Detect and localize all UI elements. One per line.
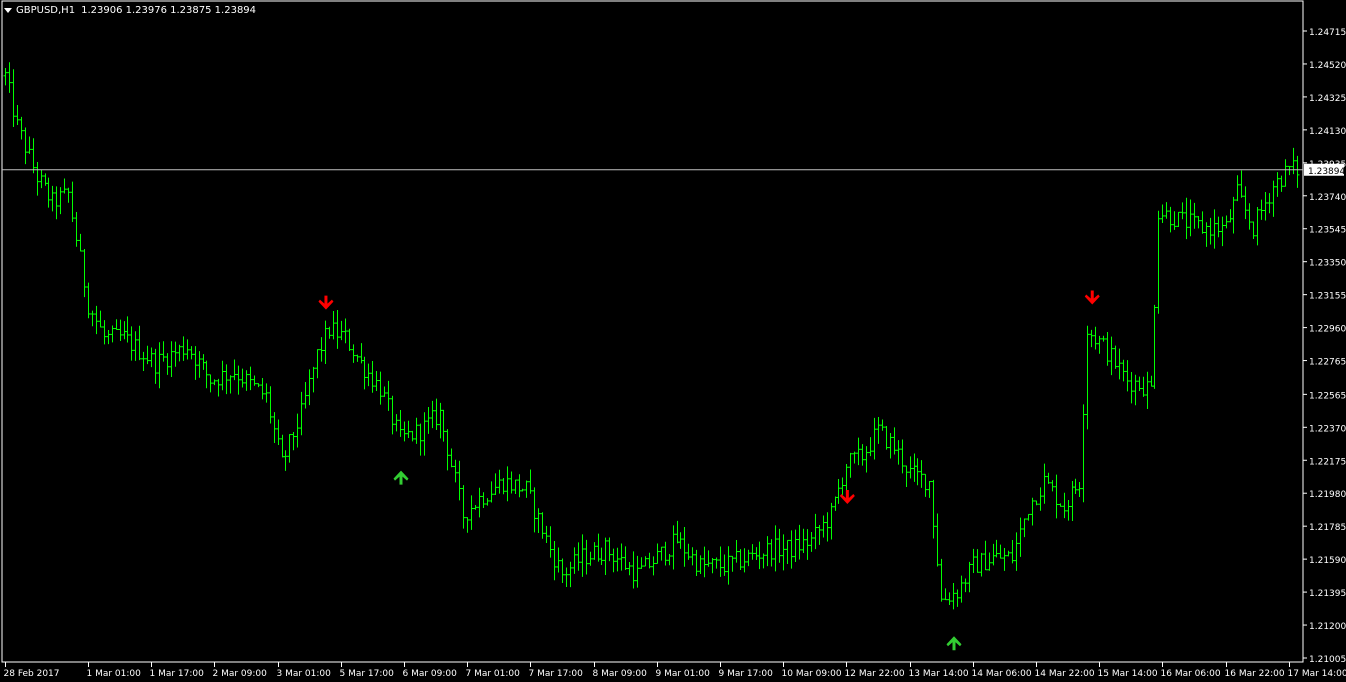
x-tick-label: 10 Mar 09:00	[782, 669, 842, 679]
x-tick-label: 9 Mar 01:00	[656, 669, 711, 679]
x-tick-label: 14 Mar 22:00	[1035, 669, 1095, 679]
buy-signal-arrow-icon	[946, 636, 962, 651]
x-tick-label: 1 Mar 17:00	[150, 669, 205, 679]
y-tick-label: 1.24715	[1309, 28, 1346, 38]
sell-signal-arrow-icon	[318, 295, 334, 310]
x-tick-label: 6 Mar 09:00	[403, 669, 458, 679]
y-tick-label: 1.24520	[1309, 61, 1346, 71]
plot-frame	[1, 0, 1304, 663]
symbol-label: GBPUSD,H1	[16, 4, 76, 16]
x-tick-label: 8 Mar 09:00	[593, 669, 648, 679]
y-tick-label: 1.21395	[1309, 589, 1346, 599]
y-tick-label: 1.22175	[1309, 457, 1346, 467]
x-tick-label: 7 Mar 17:00	[529, 669, 584, 679]
y-tick-label: 1.23350	[1309, 259, 1346, 269]
y-tick-label: 1.21785	[1309, 523, 1346, 533]
x-tick-label: 16 Mar 22:00	[1225, 669, 1285, 679]
x-tick-label: 5 Mar 17:00	[340, 669, 395, 679]
x-tick-label: 13 Mar 14:00	[909, 669, 969, 679]
y-tick-label: 1.22765	[1309, 358, 1346, 368]
x-tick-label: 12 Mar 22:00	[845, 669, 905, 679]
y-tick-label: 1.21980	[1309, 490, 1346, 500]
y-tick-label: 1.23545	[1309, 226, 1346, 236]
chart-menu-icon[interactable]	[4, 7, 12, 13]
current-price-label: 1.23894	[1308, 167, 1345, 177]
y-tick-label: 1.22565	[1309, 391, 1346, 401]
buy-signal-arrow-icon	[393, 470, 409, 485]
y-tick-label: 1.24325	[1309, 94, 1346, 104]
x-tick-label: 9 Mar 17:00	[719, 669, 774, 679]
x-tick-label: 1 Mar 01:00	[87, 669, 142, 679]
x-tick-label: 7 Mar 01:00	[466, 669, 521, 679]
x-tick-label: 3 Mar 01:00	[277, 669, 332, 679]
chart-title-bar: GBPUSD,H1 1.23906 1.23976 1.23875 1.2389…	[4, 3, 256, 17]
x-tick-label: 17 Mar 14:00	[1288, 669, 1346, 679]
y-tick-label: 1.24130	[1309, 127, 1346, 137]
ohlc-label: 1.23906 1.23976 1.23875 1.23894	[81, 4, 257, 16]
x-tick-label: 14 Mar 06:00	[972, 669, 1032, 679]
chart-canvas[interactable]: 1.247151.245201.243251.241301.239351.237…	[0, 0, 1346, 682]
y-tick-label: 1.21005	[1309, 655, 1346, 665]
y-tick-label: 1.22370	[1309, 424, 1346, 434]
y-tick-label: 1.23740	[1309, 193, 1346, 203]
y-tick-label: 1.23155	[1309, 292, 1346, 302]
x-tick-label: 2 Mar 09:00	[213, 669, 268, 679]
price-chart[interactable]: 1.247151.245201.243251.241301.239351.237…	[0, 0, 1346, 682]
x-tick-label: 15 Mar 14:00	[1098, 669, 1158, 679]
sell-signal-arrow-icon	[1084, 290, 1100, 305]
y-tick-label: 1.22960	[1309, 325, 1346, 335]
x-tick-label: 28 Feb 2017	[4, 669, 60, 679]
x-tick-label: 16 Mar 06:00	[1161, 669, 1221, 679]
y-tick-label: 1.21200	[1309, 622, 1346, 632]
y-tick-label: 1.21590	[1309, 556, 1346, 566]
